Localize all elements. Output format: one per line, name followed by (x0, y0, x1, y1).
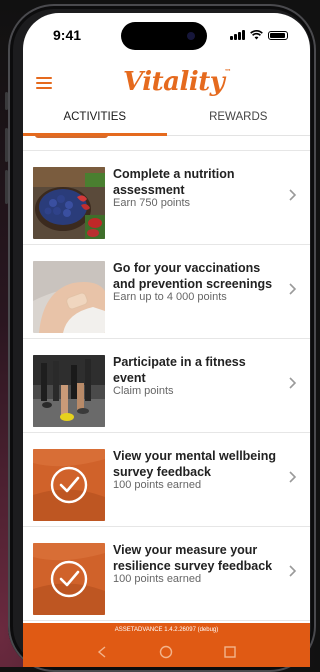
system-navigation (23, 643, 310, 663)
activity-title: View your mental wellbeing survey feedba… (113, 449, 277, 479)
completed-image (33, 543, 105, 615)
tab-rewards[interactable]: REWARDS (167, 104, 311, 135)
activity-points: 100 points earned (113, 479, 202, 491)
completed-image (33, 449, 105, 521)
chevron-right-icon (289, 471, 297, 483)
chevron-right-icon (289, 565, 297, 577)
recents-icon[interactable] (223, 645, 237, 659)
activity-item-vaccinations[interactable]: Go for your vaccinations and prevention … (23, 245, 310, 339)
tab-activities[interactable]: ACTIVITIES (23, 104, 167, 136)
volume-up-button (5, 128, 8, 162)
version-label: ASSETADVANCE 1.4.2.26097 (debug) (114, 627, 219, 633)
vitality-logo: Vitality™ (123, 67, 231, 97)
activity-points: Claim points (113, 385, 174, 397)
activity-item-resilience[interactable]: View your measure your resilience survey… (23, 527, 310, 621)
camera-dot (187, 32, 195, 40)
silent-switch (5, 92, 8, 110)
wifi-icon (250, 30, 263, 40)
runners-image (33, 355, 105, 427)
app-screen: 9:41 Vitality™ ACTIVITIES REWARDS Comple… (23, 13, 310, 667)
activity-item-nutrition[interactable]: Complete a nutrition assessment Earn 750… (23, 151, 310, 245)
nutrition-bowl-image (33, 167, 105, 239)
status-time: 9:41 (53, 27, 82, 43)
volume-down-button (5, 170, 8, 204)
activity-title: Complete a nutrition assessment (113, 167, 235, 197)
vaccination-arm-image (33, 261, 105, 333)
chevron-right-icon (289, 377, 297, 389)
footer-bar: ASSETADVANCE 1.4.2.26097 (debug) (23, 623, 310, 667)
dynamic-island (121, 22, 207, 50)
status-icons (230, 30, 288, 40)
activity-title: Go for your vaccinations and prevention … (113, 261, 273, 291)
activity-points: Earn 750 points (113, 197, 191, 209)
hamburger-menu-icon[interactable] (36, 77, 52, 89)
previous-item-image-edge (35, 136, 108, 138)
activity-list: Complete a nutrition assessment Earn 750… (23, 136, 310, 633)
battery-icon (268, 30, 288, 40)
activity-points: 100 points earned (113, 573, 202, 585)
chevron-right-icon (289, 189, 297, 201)
activity-points: Earn up to 4 000 points (113, 291, 227, 303)
activity-item-fitness-event[interactable]: Participate in a fitness event Claim poi… (23, 339, 310, 433)
activity-title: Participate in a fitness event (113, 355, 246, 385)
activity-title: View your measure your resilience survey… (113, 543, 273, 573)
tab-bar: ACTIVITIES REWARDS (23, 104, 310, 136)
home-icon[interactable] (159, 645, 173, 659)
back-icon[interactable] (95, 645, 109, 659)
chevron-right-icon (289, 283, 297, 295)
cellular-signal-icon (230, 30, 245, 40)
activity-item-mental-wellbeing[interactable]: View your mental wellbeing survey feedba… (23, 433, 310, 527)
